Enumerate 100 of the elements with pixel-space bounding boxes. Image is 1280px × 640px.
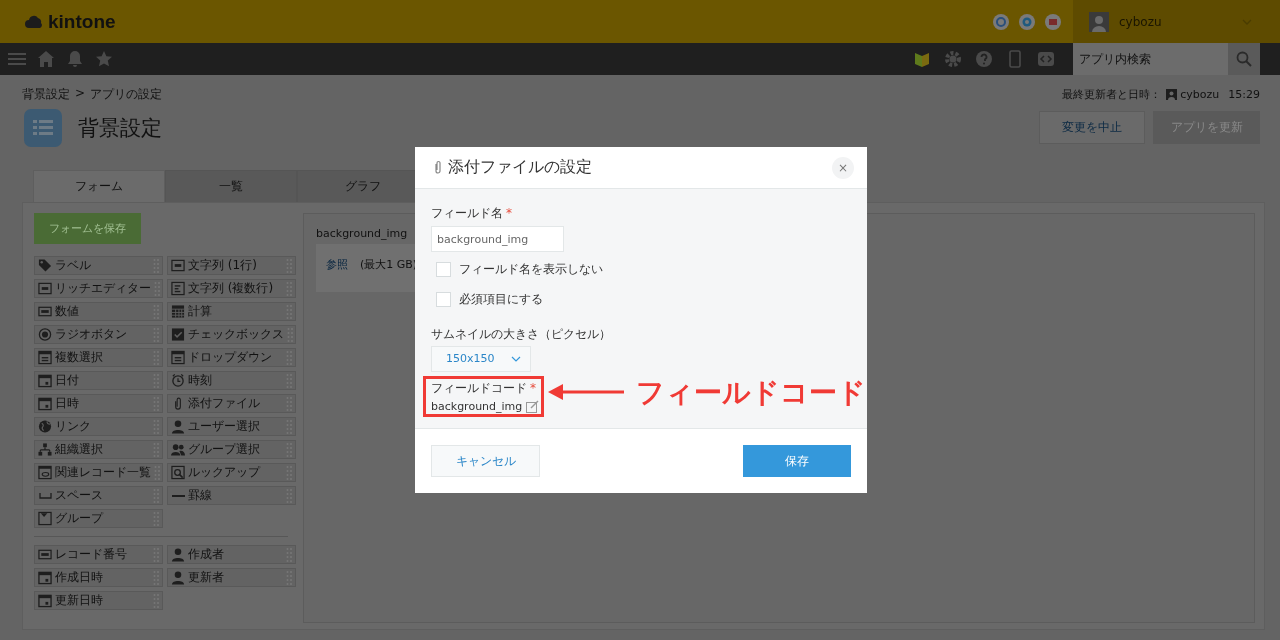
magnifier-window-icon bbox=[171, 465, 185, 480]
drag-handle-icon bbox=[153, 349, 160, 366]
cancel-button[interactable]: キャンセル bbox=[431, 445, 540, 477]
breadcrumb-link[interactable]: 背景設定 bbox=[22, 86, 70, 103]
window-icon bbox=[38, 465, 52, 480]
palette-item[interactable]: グループ選択 bbox=[167, 440, 296, 459]
field-name-input[interactable]: background_img bbox=[431, 226, 564, 252]
palette-item-label: 複数選択 bbox=[55, 349, 104, 366]
calendar-icon bbox=[38, 570, 52, 585]
phone-icon[interactable] bbox=[1006, 50, 1024, 68]
palette-item[interactable]: 複数選択 bbox=[34, 348, 163, 367]
palette-item[interactable]: 作成日時 bbox=[34, 568, 163, 587]
help-icon[interactable] bbox=[975, 50, 993, 68]
palette-item[interactable]: ドロップダウン bbox=[167, 348, 296, 367]
palette-item[interactable]: リッチエディター bbox=[34, 279, 163, 298]
edit-icon[interactable] bbox=[526, 400, 540, 413]
search-field[interactable]: アプリ内検索 bbox=[1073, 43, 1228, 75]
palette-item[interactable]: 数値 bbox=[34, 302, 163, 321]
number-box-icon bbox=[38, 304, 52, 319]
line-icon bbox=[171, 494, 185, 497]
avatar-icon bbox=[1166, 89, 1178, 100]
timestamp: 15:29 bbox=[1228, 88, 1260, 101]
drag-handle-icon bbox=[286, 395, 293, 412]
drag-handle-icon bbox=[153, 372, 160, 389]
palette-item[interactable]: 文字列 (複数行) bbox=[167, 279, 296, 298]
palette-item[interactable]: 時刻 bbox=[167, 371, 296, 390]
globe-icon bbox=[38, 419, 52, 434]
calculator-icon bbox=[171, 304, 185, 319]
breadcrumb-separator: > bbox=[75, 86, 86, 102]
palette-item-label: 更新者 bbox=[188, 569, 225, 586]
palette-item-label: 日時 bbox=[55, 395, 80, 412]
cancel-changes-button[interactable]: 変更を中止 bbox=[1039, 111, 1145, 144]
palette-item[interactable]: 作成者 bbox=[167, 545, 296, 564]
palette-item-label: 作成日時 bbox=[55, 569, 104, 586]
palette-item[interactable]: 計算 bbox=[167, 302, 296, 321]
drag-handle-icon bbox=[153, 257, 160, 274]
palette-item-label: スペース bbox=[55, 487, 104, 504]
checkbox[interactable] bbox=[436, 262, 451, 277]
calendar-icon bbox=[38, 396, 52, 411]
dialog-title: 添付ファイルの設定 bbox=[448, 157, 593, 178]
palette-item-label: 計算 bbox=[188, 303, 213, 320]
palette-item-label: 日付 bbox=[55, 372, 80, 389]
drag-handle-icon bbox=[286, 372, 293, 389]
palette-item[interactable]: スペース bbox=[34, 486, 163, 505]
save-button[interactable]: 保存 bbox=[743, 445, 851, 477]
bell-icon[interactable] bbox=[66, 50, 84, 68]
group-icon bbox=[38, 511, 52, 526]
star-icon[interactable] bbox=[95, 50, 113, 68]
save-form-button[interactable]: フォームを保存 bbox=[34, 213, 141, 244]
number-box-icon bbox=[38, 547, 52, 562]
drag-handle-icon bbox=[153, 326, 160, 343]
palette-item[interactable]: 罫線 bbox=[167, 486, 296, 505]
close-button[interactable]: × bbox=[832, 156, 854, 179]
palette-item[interactable]: 日付 bbox=[34, 371, 163, 390]
breadcrumb-link[interactable]: アプリの設定 bbox=[90, 86, 163, 103]
field-label: フィールド名 bbox=[431, 206, 503, 220]
palette-item[interactable]: グループ bbox=[34, 509, 163, 528]
palette-item[interactable]: ルックアップ bbox=[167, 463, 296, 482]
palette-item-label: 組織選択 bbox=[55, 441, 104, 458]
browse-link[interactable]: 参照 bbox=[326, 257, 348, 292]
required-mark: * bbox=[530, 381, 536, 395]
palette-item[interactable]: ラジオボタン bbox=[34, 325, 163, 344]
tab[interactable]: フォーム bbox=[33, 170, 165, 202]
search-icon bbox=[1236, 51, 1252, 67]
palette-item[interactable]: 更新日時 bbox=[34, 591, 163, 610]
size-dropdown[interactable]: 150x150 bbox=[431, 346, 531, 372]
search-button[interactable] bbox=[1228, 43, 1260, 75]
palette-item[interactable]: ユーザー選択 bbox=[167, 417, 296, 436]
drag-handle-icon bbox=[153, 487, 160, 504]
drag-handle-icon bbox=[153, 441, 160, 458]
palette-item[interactable]: リンク bbox=[34, 417, 163, 436]
menu-icon[interactable] bbox=[8, 50, 26, 68]
palette-item[interactable]: チェックボックス bbox=[167, 325, 296, 344]
field-label: サムネイルの大きさ（ピクセル） bbox=[431, 327, 612, 341]
drag-handle-icon bbox=[286, 303, 293, 320]
palette-item[interactable]: 文字列 (1行) bbox=[167, 256, 296, 275]
checkbox[interactable] bbox=[436, 292, 451, 307]
palette-item[interactable]: 添付ファイル bbox=[167, 394, 296, 413]
code-icon[interactable] bbox=[1037, 50, 1055, 68]
required-mark: * bbox=[506, 206, 512, 220]
palette-item-label: グループ選択 bbox=[188, 441, 261, 458]
palette-item[interactable]: レコード番号 bbox=[34, 545, 163, 564]
palette-item[interactable]: 組織選択 bbox=[34, 440, 163, 459]
leaf-icon[interactable] bbox=[913, 50, 931, 68]
user-menu[interactable]: cybozu bbox=[1073, 0, 1280, 43]
gear-icon[interactable] bbox=[944, 50, 962, 68]
palette-item-label: ラジオボタン bbox=[55, 326, 128, 343]
palette-item-label: 数値 bbox=[55, 303, 80, 320]
drag-handle-icon bbox=[154, 280, 161, 297]
person-icon bbox=[171, 547, 185, 562]
palette-item[interactable]: ラベル bbox=[34, 256, 163, 275]
drag-handle-icon bbox=[286, 418, 293, 435]
palette-item-label: ラベル bbox=[55, 257, 92, 274]
palette-item[interactable]: 日時 bbox=[34, 394, 163, 413]
drag-handle-icon bbox=[286, 349, 293, 366]
palette-item[interactable]: 更新者 bbox=[167, 568, 296, 587]
drag-handle-icon bbox=[286, 569, 293, 586]
palette-item[interactable]: 関連レコード一覧 bbox=[34, 463, 163, 482]
paperclip-icon bbox=[433, 160, 443, 175]
home-icon[interactable] bbox=[37, 50, 55, 68]
